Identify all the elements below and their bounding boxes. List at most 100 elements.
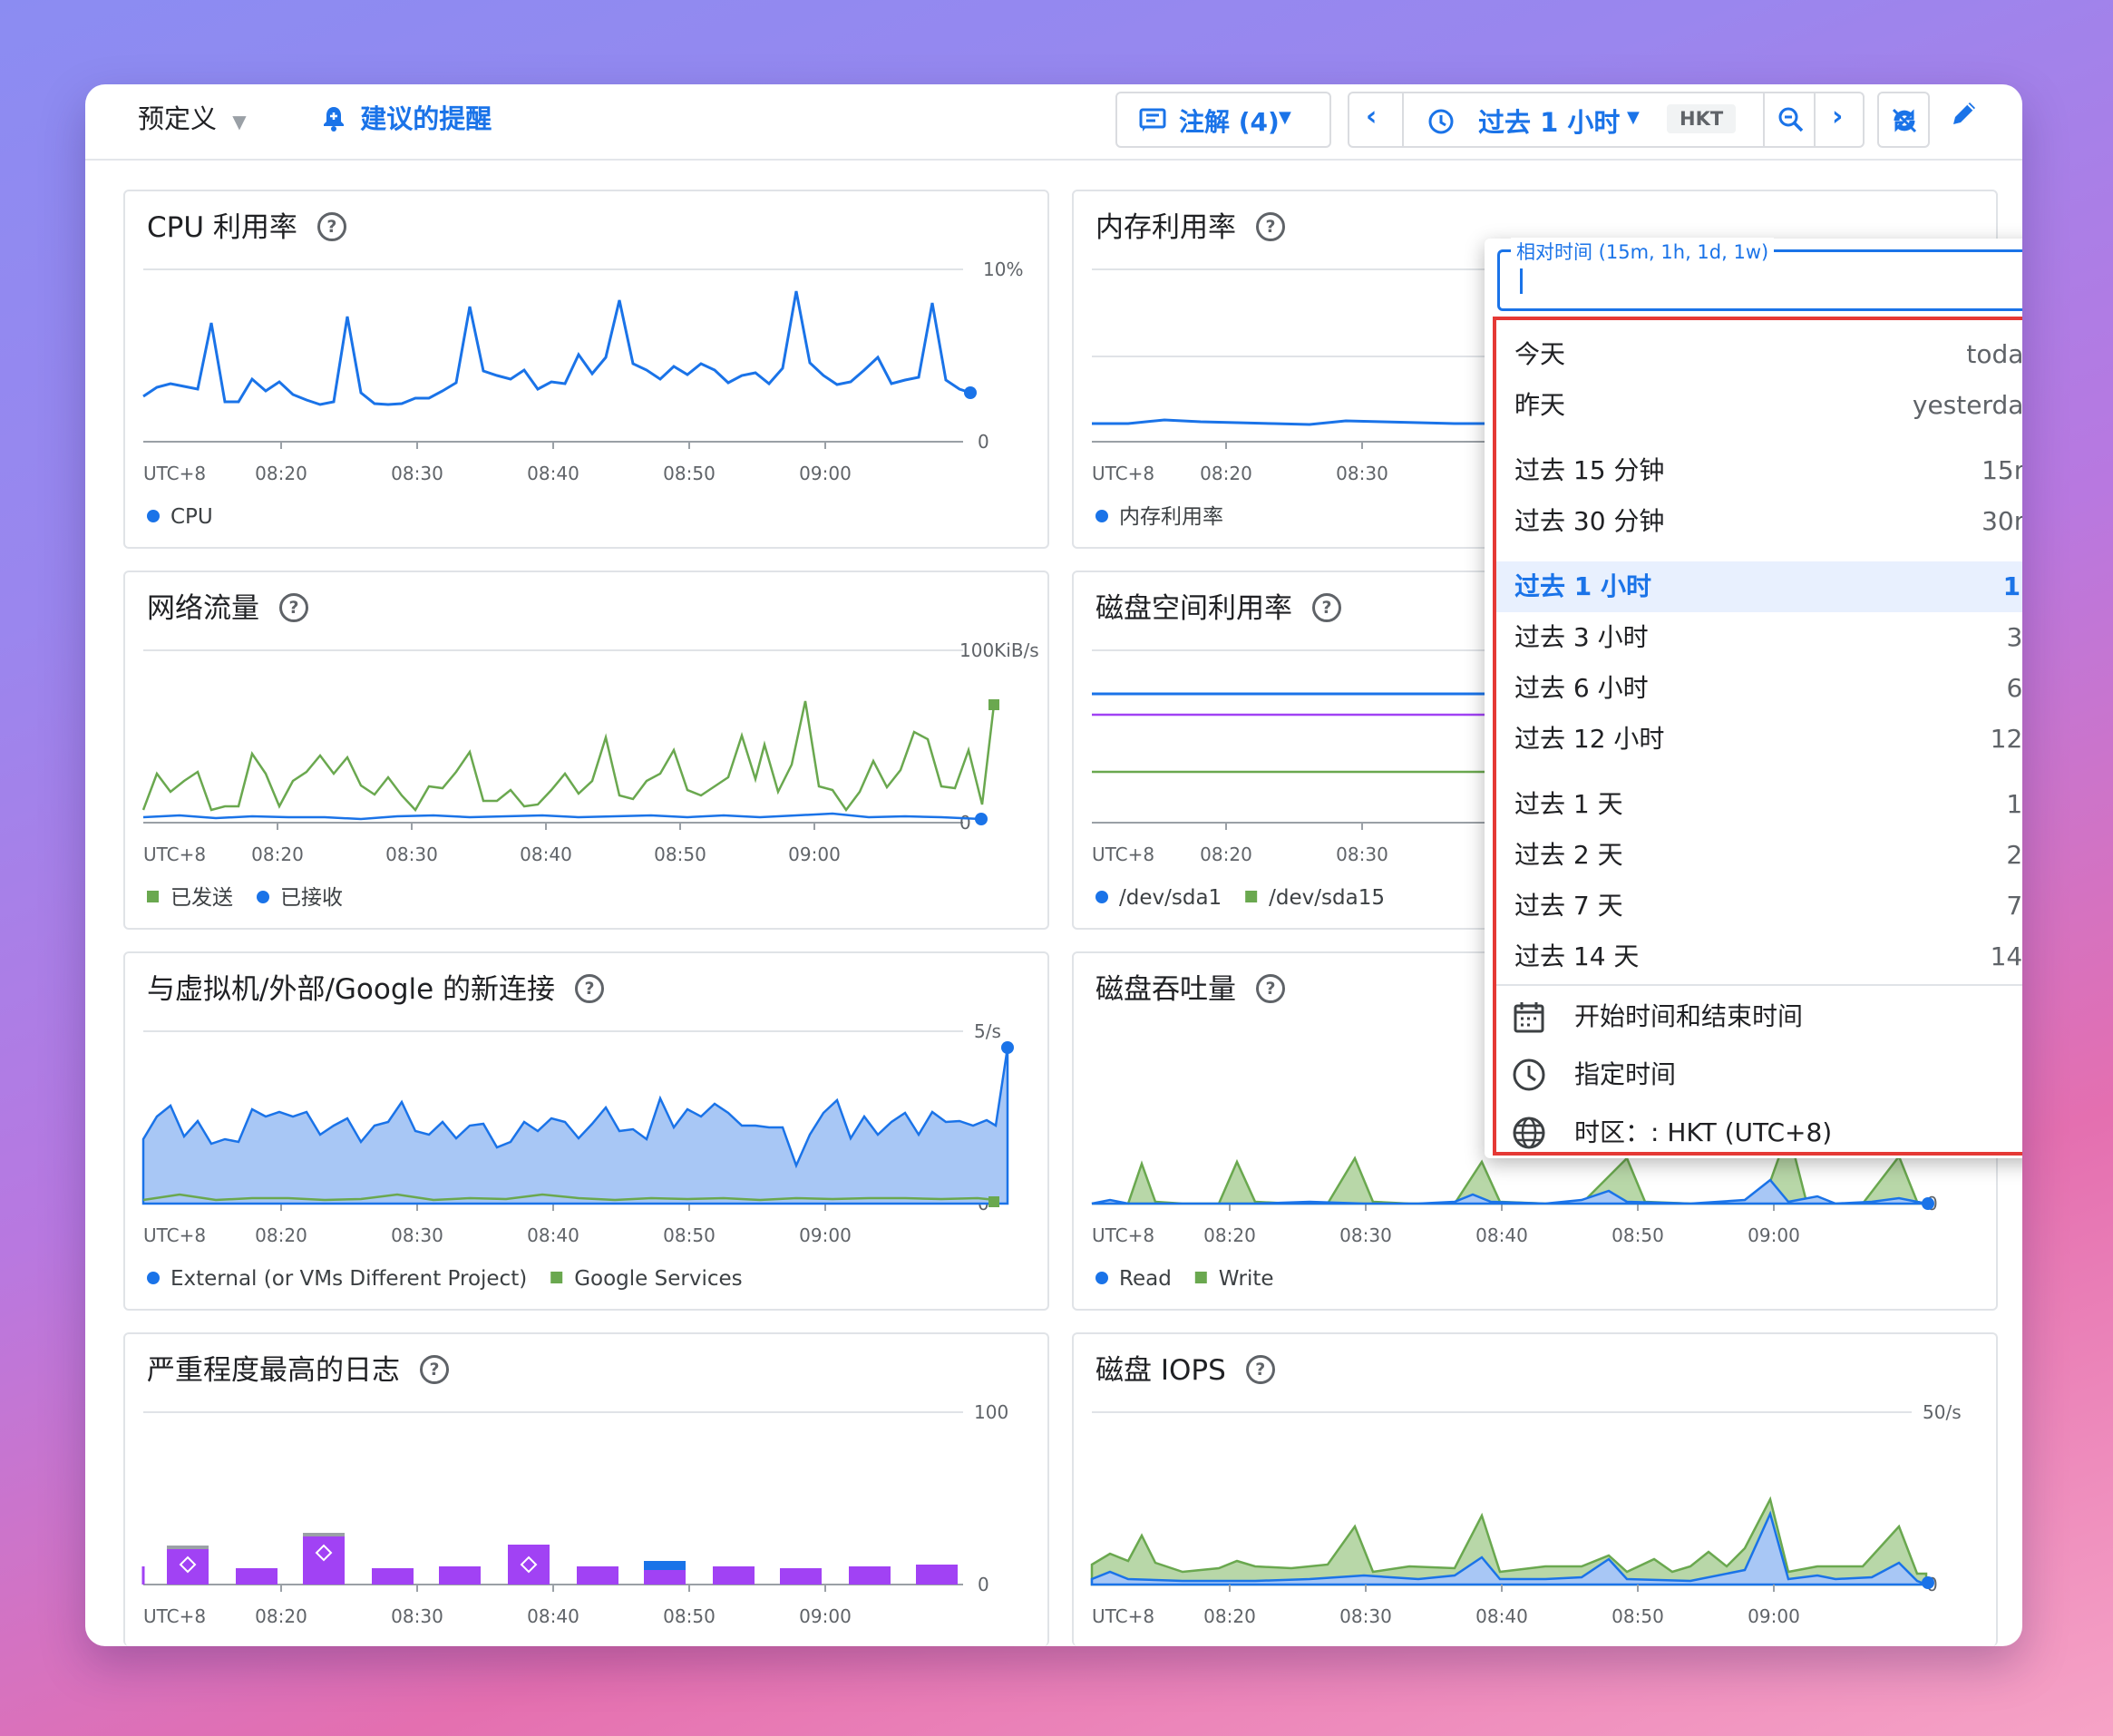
option-7d[interactable]: 过去 7 天7d bbox=[1496, 881, 2022, 931]
x-tick-label: 08:50 bbox=[663, 463, 716, 484]
chevron-right-icon: › bbox=[2020, 1057, 2022, 1093]
legend-label: 内存利用率 bbox=[1119, 505, 1223, 529]
caret-down-icon: ▼ bbox=[1279, 108, 1291, 127]
x-tick-label: 08:30 bbox=[385, 844, 438, 865]
x-tick-label: 08:40 bbox=[1475, 1605, 1528, 1627]
legend-marker bbox=[1194, 1272, 1207, 1283]
option-30m[interactable]: 过去 30 分钟30m bbox=[1496, 496, 2022, 547]
predefined-dropdown[interactable]: 预定义 ▼ bbox=[138, 101, 247, 140]
pencil-icon bbox=[1948, 102, 1981, 133]
chevron-left-icon: ‹ bbox=[1366, 101, 1378, 132]
option-2d[interactable]: 过去 2 天2d bbox=[1496, 830, 2022, 881]
edit-button[interactable] bbox=[1948, 97, 1993, 142]
x-tick-label: 08:20 bbox=[251, 844, 304, 865]
start-end-time-option[interactable]: 开始时间和结束时间 › bbox=[1496, 988, 2022, 1046]
legend-marker bbox=[1095, 1272, 1108, 1284]
x-tick-label: 09:00 bbox=[799, 1605, 852, 1627]
option-1h[interactable]: 过去 1 小时1h bbox=[1496, 561, 2022, 612]
annotations-button[interactable]: 注解 (4) ▼ bbox=[1115, 92, 1331, 148]
x-tick-label: 08:50 bbox=[1612, 1224, 1664, 1246]
log-bar bbox=[439, 1566, 481, 1585]
tz-label: UTC+8 bbox=[143, 463, 206, 484]
option-today[interactable]: 今天today bbox=[1496, 329, 2022, 380]
series-end-dot bbox=[1922, 1576, 1934, 1589]
tz-label: UTC+8 bbox=[143, 1224, 206, 1246]
network-traffic-card: 网络流量? 100KiB/s 0 UTC+8 08:20 08:30 08:40 08… bbox=[123, 571, 1049, 930]
x-tick-label: 09:00 bbox=[799, 463, 852, 484]
x-tick-label: 08:20 bbox=[1203, 1605, 1256, 1627]
option-12h[interactable]: 过去 12 小时12h bbox=[1496, 714, 2022, 765]
sync-disabled-icon bbox=[1890, 106, 1919, 139]
x-tick-label: 08:30 bbox=[1336, 463, 1388, 484]
zoom-out-button[interactable] bbox=[1763, 93, 1816, 146]
legend-marker bbox=[257, 891, 269, 903]
x-tick-label: 08:20 bbox=[1200, 463, 1252, 484]
option-6h[interactable]: 过去 6 小时6h bbox=[1496, 663, 2022, 714]
legend-marker bbox=[147, 1272, 160, 1284]
y-max-label: 100KiB/s bbox=[959, 639, 1039, 661]
time-range-dropdown[interactable]: 过去 1 小时 ▼ HKT bbox=[1404, 93, 1767, 146]
external-series-area bbox=[141, 1047, 1009, 1205]
y-max-label: 100 bbox=[974, 1401, 1008, 1423]
series-end-dot bbox=[964, 386, 977, 399]
x-tick-label: 08:50 bbox=[654, 844, 706, 865]
zoom-out-icon bbox=[1777, 106, 1805, 137]
recommended-alerts-label: 建议的提醒 bbox=[360, 103, 492, 134]
log-bar bbox=[372, 1568, 414, 1585]
option-14d[interactable]: 过去 14 天14d bbox=[1496, 931, 2022, 982]
y-min-label: 0 bbox=[978, 1574, 989, 1595]
cpu-series-line bbox=[142, 290, 971, 406]
legend-label: Read bbox=[1119, 1267, 1172, 1291]
disk-iops-card: 磁盘 IOPS? 50/s 0 UTC+8 08:2008:3008:4008:… bbox=[1072, 1332, 1998, 1646]
recommended-alerts-link[interactable]: 建议的提醒 bbox=[321, 101, 492, 137]
option-1d[interactable]: 过去 1 天1d bbox=[1496, 779, 2022, 830]
cpu-utilization-card: CPU 利用率? 10% 0 UTC+8 08:20 08:30 08:40 08:5… bbox=[123, 190, 1049, 549]
legend-label: Write bbox=[1219, 1267, 1274, 1291]
relative-time-input[interactable]: 相对时间 (15m, 1h, 1d, 1w) bbox=[1497, 238, 2022, 311]
series-end-dot bbox=[975, 813, 988, 825]
divider bbox=[1496, 984, 2022, 986]
option-15m[interactable]: 过去 15 分钟15m bbox=[1496, 445, 2022, 496]
time-range-menu: 相对时间 (15m, 1h, 1d, 1w) 今天today 昨天yesterd… bbox=[1485, 238, 2022, 1158]
legend-marker bbox=[147, 891, 159, 902]
globe-icon bbox=[1511, 1115, 1547, 1151]
sent-series-line bbox=[141, 700, 996, 813]
x-tick-label: 08:40 bbox=[527, 463, 579, 484]
x-tick-label: 08:40 bbox=[527, 1224, 579, 1246]
time-next-button[interactable]: › bbox=[1814, 93, 1865, 146]
log-bar bbox=[849, 1566, 891, 1585]
legend-marker bbox=[1095, 510, 1108, 522]
legend-marker bbox=[147, 510, 160, 522]
auto-refresh-off-button[interactable] bbox=[1877, 92, 1930, 148]
series-end-marker bbox=[988, 1196, 999, 1207]
legend-label: /dev/sda15 bbox=[1269, 886, 1385, 910]
x-tick-label: 08:30 bbox=[391, 463, 443, 484]
x-tick-label: 08:50 bbox=[663, 1224, 716, 1246]
legend-label: 已发送 bbox=[170, 886, 233, 910]
x-tick-label: 08:30 bbox=[391, 1224, 443, 1246]
highest-severity-logs-card: 严重程度最高的日志? 100 0 UTC+8 08:20 08:30 08:40 08… bbox=[123, 1332, 1049, 1646]
log-bar bbox=[236, 1568, 278, 1585]
chevron-right-icon: › bbox=[2020, 999, 2022, 1035]
option-3h[interactable]: 过去 3 小时3h bbox=[1496, 612, 2022, 663]
option-yesterday[interactable]: 昨天yesterday bbox=[1496, 380, 2022, 431]
y-min-label: 0 bbox=[959, 812, 971, 834]
log-bar bbox=[167, 1548, 209, 1585]
time-prev-button[interactable]: ‹ bbox=[1349, 93, 1404, 146]
x-tick-label: 08:40 bbox=[520, 844, 572, 865]
legend-marker bbox=[1245, 891, 1258, 902]
clock-icon bbox=[1511, 1057, 1547, 1093]
log-bar bbox=[713, 1566, 755, 1585]
write-iops-area bbox=[1090, 1496, 1928, 1586]
x-tick-label: 08:30 bbox=[1339, 1224, 1392, 1246]
x-tick-label: 08:40 bbox=[527, 1605, 579, 1627]
time-options-list: 今天today 昨天yesterday 过去 15 分钟15m 过去 30 分钟… bbox=[1493, 317, 2022, 1156]
specific-time-option[interactable]: 指定时间 › bbox=[1496, 1046, 2022, 1104]
timezone-option[interactable]: 时区：: HKT (UTC+8) › bbox=[1496, 1104, 2022, 1162]
log-bar bbox=[780, 1568, 822, 1585]
log-bar bbox=[644, 1570, 686, 1585]
legend-label: /dev/sda1 bbox=[1119, 886, 1222, 910]
caret-down-icon: ▼ bbox=[1627, 108, 1640, 127]
predefined-label: 预定义 bbox=[138, 103, 218, 134]
time-range-selector: ‹ 过去 1 小时 ▼ HKT › bbox=[1348, 92, 1865, 148]
